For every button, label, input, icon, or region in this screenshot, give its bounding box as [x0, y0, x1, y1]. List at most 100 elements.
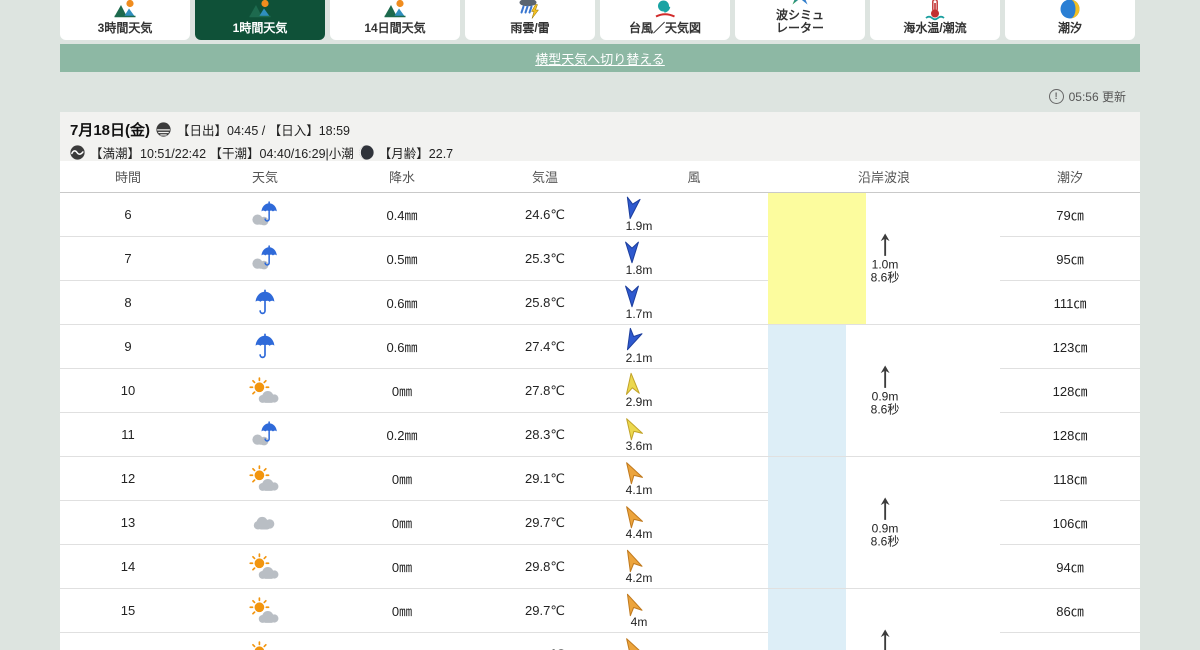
wind-speed-label: 1.7m	[626, 307, 653, 321]
moon-age-label: 【月齢】22.7	[379, 143, 453, 162]
temp-cell: 25.3℃	[470, 251, 620, 267]
wave-height-label: 0.9m	[872, 522, 899, 536]
layout-switch-banner[interactable]: 横型天気へ切り替える	[60, 44, 1140, 72]
table-body: 60.4㎜24.6℃1.9m70.5㎜25.3℃1.8m80.6㎜25.8℃1.…	[60, 193, 1140, 650]
precip-cell: 0.6㎜	[334, 293, 470, 312]
time-cell: 12	[60, 471, 196, 486]
time-cell: 8	[60, 295, 196, 310]
landscape-icon	[248, 0, 272, 21]
up-arrow-icon	[878, 627, 893, 650]
wave-period-label: 8.6秒	[871, 272, 900, 286]
column-header: 潮汐	[1000, 167, 1140, 186]
tab-label: 雨雲/雷	[510, 22, 549, 35]
precip-cell: 0㎜	[334, 645, 470, 650]
tab-landscape[interactable]: 3時間天気	[60, 0, 190, 40]
sun-cloud-icon	[196, 465, 334, 493]
date-label: 7月18日(金)	[70, 119, 150, 140]
wave-group: 1.0m8.6秒	[768, 193, 1000, 325]
wind-cell: 4m	[620, 589, 768, 632]
sea-temp-icon	[923, 0, 947, 21]
time-cell: 9	[60, 339, 196, 354]
tide-cell: 79㎝	[1000, 193, 1140, 237]
wave-group: 0.9m8.6秒	[768, 589, 1000, 650]
tide-cell: 123㎝	[1000, 325, 1140, 369]
wind-arrow-icon	[622, 284, 642, 308]
wave-height-bar	[768, 457, 846, 588]
tab-tide-moon[interactable]: 潮汐	[1005, 0, 1135, 40]
tab-landscape[interactable]: 14日間天気	[330, 0, 460, 40]
tab-typhoon[interactable]: 台風／天気図	[600, 0, 730, 40]
tab-label: 潮汐	[1058, 22, 1082, 35]
forecast-row: 70.5㎜25.3℃1.8m	[60, 237, 768, 281]
wind-cell: 3.6m	[620, 413, 768, 456]
tide-times-label: 【満潮】10:51/22:42 【干潮】04:40/16:29|小潮	[90, 143, 354, 162]
forecast-row: 120㎜29.1℃4.1m	[60, 457, 768, 501]
column-header: 風	[620, 167, 768, 186]
sun-cloud-icon	[196, 641, 334, 650]
switch-to-horizontal-link[interactable]: 横型天気へ切り替える	[535, 49, 665, 68]
tide-cell: 86㎝	[1000, 589, 1140, 633]
temp-cell: 27.8℃	[470, 383, 620, 399]
umbrella-icon	[196, 289, 334, 317]
rain-lightning-icon	[518, 0, 542, 21]
wind-speed-label: 1.8m	[626, 263, 653, 277]
forecast-row: 110.2㎜28.3℃3.6m	[60, 413, 768, 457]
up-arrow-icon	[878, 495, 893, 521]
wave-height-label: 1.0m	[872, 258, 899, 272]
wave-label: 0.9m8.6秒	[871, 363, 900, 418]
precip-cell: 0㎜	[334, 513, 470, 532]
wind-cell: 1.8m	[620, 237, 768, 280]
sun-cloud-icon	[196, 377, 334, 405]
temp-cell: 24.6℃	[470, 207, 620, 223]
wind-cell: 1.9m	[620, 193, 768, 236]
day-header: 7月18日(金) 【日出】04:45 / 【日入】18:59 【満潮】10:51…	[60, 112, 1140, 161]
precip-cell: 0㎜	[334, 381, 470, 400]
precip-cell: 0㎜	[334, 601, 470, 620]
sunrise-sunset-label: 【日出】04:45 / 【日入】18:59	[177, 120, 350, 139]
wave-height-bar	[768, 325, 846, 456]
update-time-label: 05:56 更新	[1069, 88, 1126, 105]
temp-cell: 29.1℃	[470, 471, 620, 487]
wave-group: 0.9m8.6秒	[768, 325, 1000, 457]
time-cell: 7	[60, 251, 196, 266]
temp-cell: 29.7℃	[470, 515, 620, 531]
tab-landscape-selected[interactable]: 1時間天気	[195, 0, 325, 40]
coastal-wave-column: 1.0m8.6秒0.9m8.6秒0.9m8.6秒0.9m8.6秒	[768, 193, 1000, 650]
forecast-row: 160㎜29.8℃3.9m	[60, 633, 768, 650]
sun-cloud-icon	[196, 597, 334, 625]
typhoon-icon	[653, 0, 677, 21]
tide-moon-icon	[1058, 0, 1082, 21]
tide-cell: 128㎝	[1000, 369, 1140, 413]
wind-cell: 2.9m	[620, 369, 768, 412]
umbrella-icon	[196, 333, 334, 361]
cloud-umbrella-icon	[196, 421, 334, 449]
up-arrow-icon	[878, 363, 893, 389]
forecast-row: 90.6㎜27.4℃2.1m	[60, 325, 768, 369]
precip-cell: 0.4㎜	[334, 205, 470, 224]
tab-label: 波シミュ レーター	[776, 9, 824, 35]
hourly-forecast-card: 7月18日(金) 【日出】04:45 / 【日入】18:59 【満潮】10:51…	[60, 112, 1140, 650]
tide-cell: 95㎝	[1000, 237, 1140, 281]
forecast-row: 80.6㎜25.8℃1.7m	[60, 281, 768, 325]
forecast-row: 150㎜29.7℃4m	[60, 589, 768, 633]
wave-label: 0.9m8.6秒	[871, 627, 900, 650]
sunrise-sunset-icon	[156, 122, 171, 137]
precip-cell: 0㎜	[334, 557, 470, 576]
precip-cell: 0.2㎜	[334, 425, 470, 444]
cloud-icon	[196, 509, 334, 537]
tide-cell: 111㎝	[1000, 281, 1140, 325]
tide-wave-icon	[70, 145, 85, 160]
wave-label: 1.0m8.6秒	[871, 231, 900, 286]
tab-sea-temp[interactable]: 海水温/潮流	[870, 0, 1000, 40]
time-cell: 15	[60, 603, 196, 618]
tide-cell: 128㎝	[1000, 413, 1140, 457]
wind-arrow-icon	[617, 633, 646, 650]
wind-speed-label: 2.1m	[626, 351, 653, 365]
wave-sim-icon	[788, 0, 812, 8]
column-header: 時間	[60, 167, 196, 186]
temp-cell: 29.8℃	[470, 559, 620, 575]
tab-wave-sim[interactable]: 波シミュ レーター	[735, 0, 865, 40]
tab-rain-lightning[interactable]: 雨雲/雷	[465, 0, 595, 40]
wind-cell: 2.1m	[620, 325, 768, 368]
tab-label: 3時間天気	[98, 22, 153, 35]
